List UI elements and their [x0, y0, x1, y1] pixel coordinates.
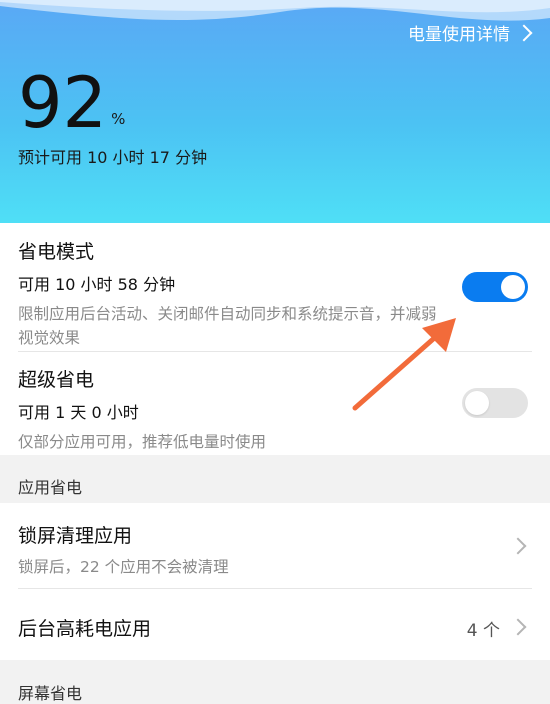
- toggle-knob: [501, 275, 525, 299]
- chevron-right-icon: [515, 24, 533, 41]
- lock-screen-cleanup-row[interactable]: 锁屏清理应用 锁屏后，22 个应用不会被清理: [18, 521, 532, 579]
- high-drain-apps-count: 4 个: [466, 621, 500, 641]
- power-saving-mode-title: 省电模式: [18, 241, 95, 263]
- battery-usage-details-label: 电量使用详情: [408, 25, 510, 45]
- super-power-saving-title: 超级省电: [18, 369, 95, 391]
- super-power-saving-description: 仅部分应用可用，推荐低电量时使用: [18, 433, 267, 451]
- super-power-saving-available: 可用 1 天 0 小时: [18, 403, 139, 422]
- high-drain-apps-title: 后台高耗电应用: [18, 618, 152, 640]
- battery-header: 电量使用详情 92 % 预计可用 10 小时 17 分钟: [0, 0, 550, 223]
- power-saving-mode-available: 可用 10 小时 58 分钟: [18, 275, 176, 294]
- power-saving-mode-description: 限制应用后台活动、关闭邮件自动同步和系统提示音，并减弱视觉效果: [18, 305, 437, 347]
- power-saving-mode-toggle[interactable]: [462, 272, 528, 302]
- estimated-remaining-time: 预计可用 10 小时 17 分钟: [18, 148, 208, 167]
- screen-power-saving-section-label: 屏幕省电: [18, 684, 83, 703]
- lock-screen-cleanup-title: 锁屏清理应用: [18, 525, 133, 547]
- app-power-saving-section-label: 应用省电: [18, 478, 83, 497]
- divider: [18, 588, 532, 589]
- divider: [18, 351, 532, 352]
- super-power-saving-toggle[interactable]: [462, 388, 528, 418]
- power-mode-card: 省电模式 可用 10 小时 58 分钟 限制应用后台活动、关闭邮件自动同步和系统…: [0, 223, 550, 455]
- power-saving-mode-row[interactable]: 省电模式 可用 10 小时 58 分钟 限制应用后台活动、关闭邮件自动同步和系统…: [18, 237, 532, 350]
- battery-level: 92 %: [18, 68, 125, 138]
- app-power-saving-card: 锁屏清理应用 锁屏后，22 个应用不会被清理 后台高耗电应用 4 个: [0, 503, 550, 660]
- toggle-knob: [465, 391, 489, 415]
- high-drain-apps-row[interactable]: 后台高耗电应用: [18, 614, 532, 641]
- battery-usage-details-link[interactable]: 电量使用详情: [408, 20, 533, 45]
- lock-screen-cleanup-description: 锁屏后，22 个应用不会被清理: [18, 558, 229, 576]
- percent-unit: %: [111, 110, 126, 128]
- super-power-saving-row[interactable]: 超级省电 可用 1 天 0 小时 仅部分应用可用，推荐低电量时使用: [18, 365, 532, 454]
- battery-percent-value: 92: [18, 62, 108, 144]
